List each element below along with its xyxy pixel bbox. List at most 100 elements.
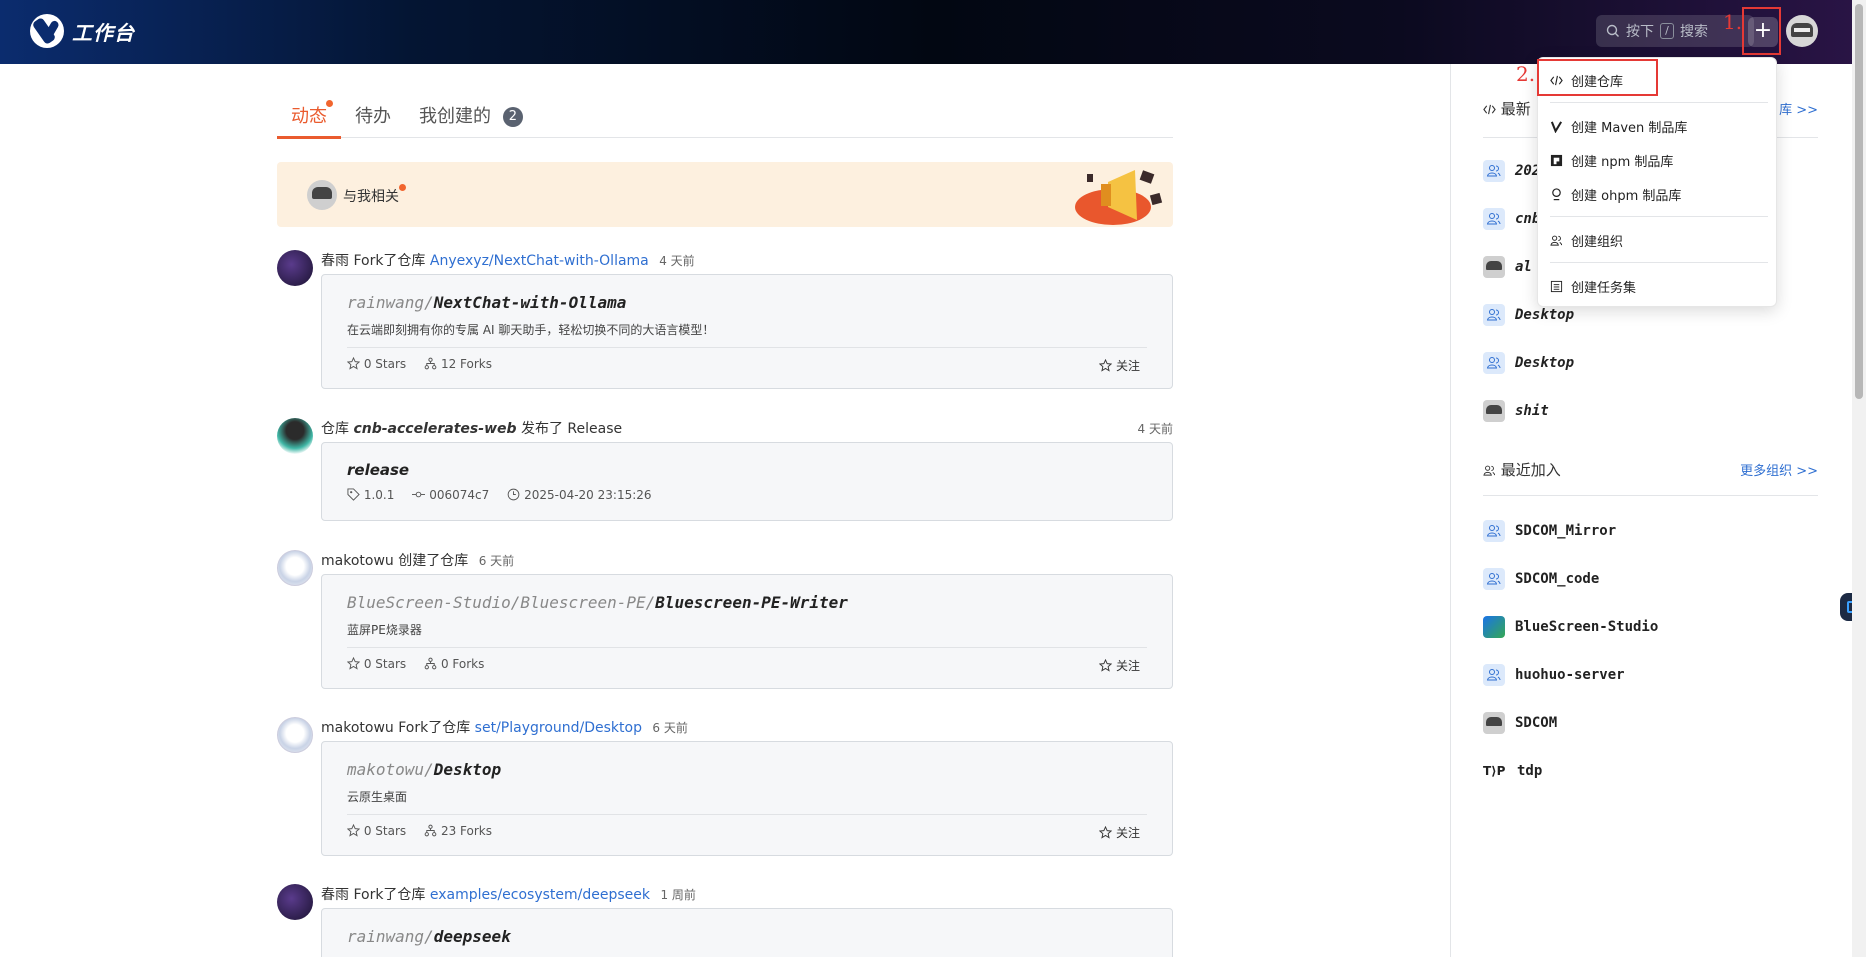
stars-count: 0 Stars bbox=[363, 657, 407, 671]
repo-owner: BlueScreen-Studio/Bluescreen-PE/ bbox=[347, 593, 656, 612]
tab-activity-label: 动态 bbox=[291, 106, 327, 127]
repo-card[interactable]: makotowu/Desktop 云原生桌面 0 Stars 23 Forks … bbox=[321, 741, 1173, 856]
forks-stat[interactable]: 12 Forks bbox=[424, 357, 492, 371]
target-repo-link[interactable]: examples/ecosystem/deepseek bbox=[430, 887, 650, 903]
tab-created-label: 我创建的 bbox=[419, 106, 491, 127]
create-org-item[interactable]: 创建组织 bbox=[1550, 228, 1623, 252]
commit-hash: 006074c7 bbox=[429, 488, 490, 502]
repo-stats: 0 Stars 0 Forks bbox=[347, 657, 484, 671]
star-icon bbox=[347, 824, 360, 837]
joined-org-item[interactable]: SDCOM_code bbox=[1483, 567, 1599, 591]
more-repos-link[interactable]: 库 >> bbox=[1779, 99, 1818, 118]
stars-stat[interactable]: 0 Stars bbox=[347, 824, 406, 838]
fork-icon bbox=[424, 824, 437, 837]
stars-count: 0 Stars bbox=[363, 824, 407, 838]
org-name: huohuo-server bbox=[1515, 667, 1625, 683]
org-icon bbox=[1483, 664, 1505, 686]
menu-item-label: 创建组织 bbox=[1571, 234, 1624, 250]
repo-name: shit bbox=[1515, 403, 1549, 419]
npm-icon bbox=[1550, 154, 1563, 166]
related-to-me-banner[interactable]: 与我相关 bbox=[277, 162, 1173, 227]
avatar[interactable] bbox=[277, 717, 313, 753]
tab-todo[interactable]: 待办 bbox=[341, 98, 405, 138]
tab-todo-label: 待办 bbox=[355, 106, 391, 127]
divider bbox=[347, 814, 1147, 815]
feed-item-header: 春雨 Fork了仓库 examples/ecosystem/deepseek 1… bbox=[321, 884, 696, 906]
timestamp: 6 天前 bbox=[478, 554, 515, 568]
actor-name[interactable]: makotowu bbox=[321, 720, 394, 736]
repo-title[interactable]: rainwang/deepseek bbox=[347, 927, 511, 946]
repo-title[interactable]: rainwang/NextChat-with-Ollama bbox=[347, 293, 626, 312]
annotation-box-2 bbox=[1537, 59, 1658, 96]
recent-repo-item[interactable]: al bbox=[1483, 255, 1532, 279]
actor-name[interactable]: 春雨 bbox=[321, 887, 349, 903]
tab-activity[interactable]: 动态 bbox=[277, 98, 341, 139]
joined-org-item[interactable]: SDCOM_Mirror bbox=[1483, 519, 1616, 543]
recent-repo-item[interactable]: Desktop bbox=[1483, 351, 1574, 375]
timestamp: 6 天前 bbox=[652, 721, 688, 735]
repo-owner: makotowu/ bbox=[347, 760, 434, 779]
action-text: Fork了仓库 bbox=[353, 253, 426, 269]
unread-dot bbox=[399, 184, 406, 191]
scrollbar-thumb[interactable] bbox=[1855, 4, 1863, 399]
logo[interactable]: 工作台 bbox=[30, 14, 135, 48]
fork-icon bbox=[424, 657, 437, 670]
repo-name: deepseek bbox=[433, 927, 511, 946]
feed-item-header: 仓库 cnb-accelerates-web 发布了 Release bbox=[321, 418, 622, 440]
menu-item-label: 创建 npm 制品库 bbox=[1571, 154, 1674, 170]
clock-icon bbox=[507, 488, 520, 501]
stars-stat[interactable]: 0 Stars bbox=[347, 657, 406, 671]
recent-repo-item[interactable]: 202 bbox=[1483, 159, 1540, 183]
actor-name[interactable]: makotowu bbox=[321, 553, 394, 569]
avatar[interactable] bbox=[277, 550, 313, 586]
follow-button[interactable]: 关注 bbox=[1098, 657, 1140, 674]
recent-repo-item[interactable]: cnb bbox=[1483, 207, 1540, 231]
create-maven-item[interactable]: 创建 Maven 制品库 bbox=[1550, 114, 1687, 138]
target-repo-link[interactable]: set/Playground/Desktop bbox=[475, 720, 642, 736]
org-name: tdp bbox=[1517, 763, 1543, 779]
stars-stat[interactable]: 0 Stars bbox=[347, 357, 406, 371]
target-repo-link[interactable]: Anyexyz/NextChat-with-Ollama bbox=[430, 253, 649, 269]
feed-item: 春雨 Fork了仓库 examples/ecosystem/deepseek 1… bbox=[277, 884, 1173, 957]
avatar bbox=[1483, 400, 1505, 422]
repo-card[interactable]: BlueScreen-Studio/Bluescreen-PE/Bluescre… bbox=[321, 574, 1173, 689]
repo-link[interactable]: cnb-accelerates-web bbox=[353, 421, 516, 437]
joined-org-item[interactable]: BlueScreen-Studio bbox=[1483, 615, 1658, 639]
follow-button[interactable]: 关注 bbox=[1098, 357, 1140, 374]
actor-name[interactable]: 春雨 bbox=[321, 253, 349, 269]
create-ohpm-item[interactable]: 创建 ohpm 制品库 bbox=[1550, 182, 1681, 206]
repo-title[interactable]: BlueScreen-Studio/Bluescreen-PE/Bluescre… bbox=[347, 593, 848, 612]
joined-org-item[interactable]: T⟩P tdp bbox=[1483, 759, 1542, 783]
create-taskset-item[interactable]: 创建任务集 bbox=[1550, 274, 1636, 298]
org-icon bbox=[1550, 235, 1563, 246]
org-name: SDCOM_Mirror bbox=[1515, 523, 1617, 539]
joined-org-item[interactable]: SDCOM bbox=[1483, 711, 1557, 735]
tab-created[interactable]: 我创建的 2 bbox=[405, 98, 537, 138]
repo-card[interactable]: rainwang/NextChat-with-Ollama 在云端即刻拥有你的专… bbox=[321, 274, 1173, 389]
avatar[interactable] bbox=[277, 250, 313, 286]
annotation-number-1: 1. bbox=[1723, 10, 1743, 34]
joined-org-item[interactable]: huohuo-server bbox=[1483, 663, 1625, 687]
tag-value: 1.0.1 bbox=[363, 488, 395, 502]
create-npm-item[interactable]: 创建 npm 制品库 bbox=[1550, 148, 1673, 172]
repo-card[interactable]: rainwang/deepseek bbox=[321, 908, 1173, 957]
forks-stat[interactable]: 0 Forks bbox=[424, 657, 484, 671]
release-title[interactable]: release bbox=[347, 461, 409, 479]
release-card[interactable]: release 1.0.1 006074c7 2025-04-20 23:15:… bbox=[321, 442, 1173, 521]
more-orgs-link[interactable]: 更多组织 >> bbox=[1740, 460, 1818, 479]
avatar[interactable] bbox=[277, 884, 313, 920]
org-icon bbox=[1483, 304, 1505, 326]
avatar[interactable] bbox=[277, 418, 313, 454]
repo-name: Bluescreen-PE-Writer bbox=[655, 593, 848, 612]
forks-stat[interactable]: 23 Forks bbox=[424, 824, 492, 838]
org-icon bbox=[1483, 568, 1505, 590]
follow-button[interactable]: 关注 bbox=[1098, 824, 1140, 841]
page-scrollbar[interactable] bbox=[1852, 0, 1866, 957]
logo-text: 工作台 bbox=[72, 20, 135, 45]
recent-repo-item[interactable]: shit bbox=[1483, 399, 1549, 423]
avatar bbox=[1483, 712, 1505, 734]
user-avatar[interactable] bbox=[1786, 15, 1818, 47]
divider bbox=[1550, 102, 1768, 103]
menu-item-label: 创建 ohpm 制品库 bbox=[1571, 188, 1682, 204]
repo-title[interactable]: makotowu/Desktop bbox=[347, 760, 501, 779]
